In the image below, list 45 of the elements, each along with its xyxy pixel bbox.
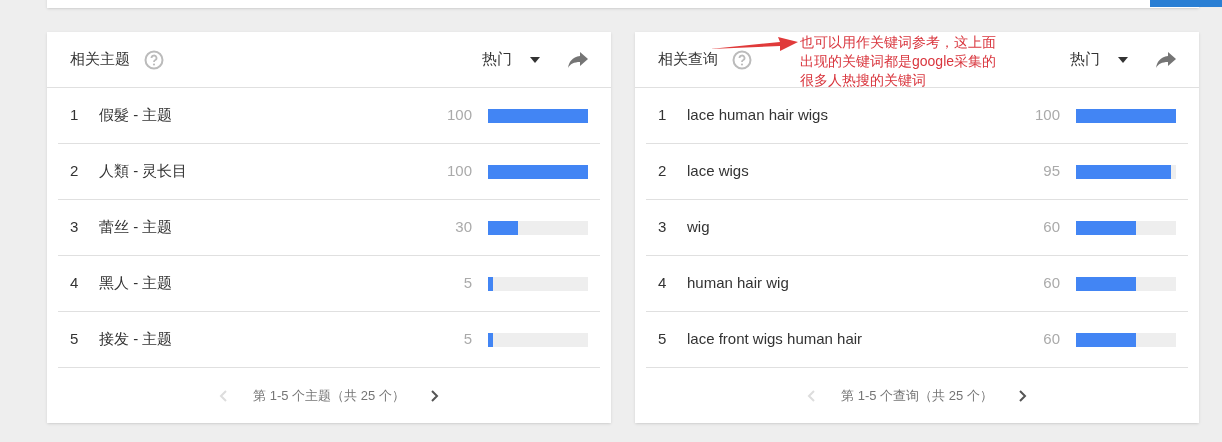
value-number: 60 [1042,217,1060,238]
share-icon[interactable] [568,51,588,68]
row-label[interactable]: lace human hair wigs [687,104,1000,127]
chevron-right-icon [430,389,439,402]
rank-number: 4 [70,273,80,294]
value-number: 95 [1042,161,1060,182]
pagination-text: 第 1-5 个查询（共 25 个） [841,386,993,405]
value-number: 100 [445,105,472,126]
chevron-left-icon [807,389,816,402]
value-number: 60 [1042,273,1060,294]
row-label[interactable]: 黑人 - 主题 [99,272,412,295]
rank-number: 3 [70,217,80,238]
value-number: 5 [462,329,472,350]
caret-icon [1118,56,1128,63]
value-number: 60 [1042,329,1060,350]
row-label[interactable]: 接发 - 主题 [99,328,412,351]
rank-number: 2 [658,161,668,182]
row-label[interactable]: 假髮 - 主题 [99,104,412,127]
value-number: 100 [445,161,472,182]
row-label[interactable]: 蕾丝 - 主题 [99,216,412,239]
row-label[interactable]: lace wigs [687,160,1000,183]
pagination-text: 第 1-5 个主题（共 25 个） [253,386,405,405]
value-number: 100 [1033,105,1060,126]
caret-icon [530,56,540,63]
chevron-left-icon [219,389,228,402]
rank-number: 1 [658,105,668,126]
card-title: 相关主题 [70,49,130,70]
row-label[interactable]: human hair wig [687,272,1000,295]
rank-number: 4 [658,273,668,294]
rank-number: 3 [658,217,668,238]
rank-number: 2 [70,161,80,182]
rank-number: 5 [70,329,80,350]
row-label[interactable]: lace front wigs human hair [687,328,1000,351]
row-label[interactable]: wig [687,216,1000,239]
chevron-right-icon [1018,389,1027,402]
share-icon[interactable] [1156,51,1176,68]
value-number: 5 [462,273,472,294]
card-title: 相关查询 [658,49,718,70]
rank-number: 5 [658,329,668,350]
sort-dropdown[interactable]: 热门 [482,48,540,71]
rank-number: 1 [70,105,80,126]
sort-dropdown[interactable]: 热门 [1070,48,1128,71]
value-number: 30 [454,217,472,238]
annotation-text: 也可以用作关键词参考，这上面 出现的关键词都是google采集的 很多人热搜的关键词 [800,33,997,90]
row-label[interactable]: 人類 - 灵长目 [99,160,412,183]
